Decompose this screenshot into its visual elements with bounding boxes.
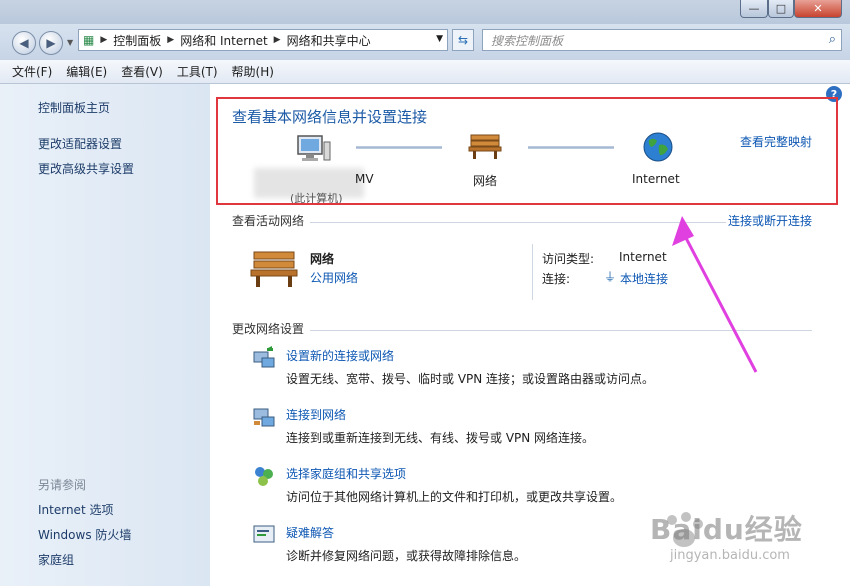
menu-tools[interactable]: 工具(T) — [177, 63, 218, 80]
forward-arrow-icon: ▶ — [46, 36, 56, 50]
sidebar-link-internet-options[interactable]: Internet 选项 — [38, 501, 113, 518]
sidebar-link-control-panel-home[interactable]: 控制面板主页 — [38, 99, 110, 116]
menu-help[interactable]: 帮助(H) — [232, 63, 274, 80]
new-connection-icon — [253, 346, 275, 368]
breadcrumb-separator[interactable]: ▶ — [167, 35, 174, 45]
sidebar-link-homegroup[interactable]: 家庭组 — [38, 551, 74, 568]
menu-edit[interactable]: 编辑(E) — [66, 63, 107, 80]
refresh-button[interactable]: ⇆ — [452, 29, 474, 51]
watermark-url: jingyan.baidu.com — [670, 548, 790, 563]
task-setup-connection-desc: 设置无线、宽带、拨号、临时或 VPN 连接；或设置路由器或访问点。 — [286, 372, 655, 386]
breadcrumb-network-internet[interactable]: 网络和 Internet — [180, 32, 267, 49]
menu-file[interactable]: 文件(F) — [12, 63, 52, 80]
highlight-box — [216, 97, 838, 205]
forward-button[interactable]: ▶ — [39, 31, 63, 55]
change-settings-title: 更改网络设置 — [232, 320, 311, 337]
troubleshoot-icon — [253, 525, 275, 543]
refresh-icon: ⇆ — [457, 33, 469, 47]
task-troubleshoot-link[interactable]: 疑难解答 — [286, 524, 334, 541]
breadcrumb-separator[interactable]: ▶ — [274, 35, 281, 45]
close-button[interactable]: ✕ — [794, 0, 842, 18]
active-network-name: 网络 — [310, 252, 335, 266]
task-connect-network-link[interactable]: 连接到网络 — [286, 406, 346, 423]
annotation-arrow — [672, 216, 758, 373]
watermark-text: Baidu经验 — [650, 513, 803, 546]
address-field[interactable]: ▦ ▶ 控制面板 ▶ 网络和 Internet ▶ 网络和共享中心 ▼ — [78, 29, 448, 51]
minimize-button[interactable]: — — [740, 0, 768, 18]
task-homegroup-desc: 访问位于其他网络计算机上的文件和打印机，或更改共享设置。 — [286, 490, 623, 504]
homegroup-icon — [255, 467, 273, 486]
task-setup-connection-link[interactable]: 设置新的连接或网络 — [286, 347, 394, 364]
maximize-button[interactable]: □ — [768, 0, 794, 18]
breadcrumb-control-panel[interactable]: 控制面板 — [113, 32, 161, 49]
search-icon[interactable]: ⌕ — [829, 32, 836, 47]
ethernet-plug-icon: ⏚ — [604, 270, 617, 284]
menu-view[interactable]: 查看(V) — [121, 63, 163, 80]
breadcrumb-network-sharing-center[interactable]: 网络和共享中心 — [287, 32, 371, 49]
recent-pages-dropdown[interactable]: ▼ — [67, 38, 73, 47]
back-arrow-icon: ◀ — [19, 36, 29, 50]
task-troubleshoot-desc: 诊断并修复网络问题，或获得故障排除信息。 — [286, 549, 527, 563]
connect-network-icon — [253, 408, 275, 427]
task-connect-network-desc: 连接到或重新连接到无线、有线、拨号或 VPN 网络连接。 — [286, 431, 595, 445]
connections-label: 连接: — [542, 272, 571, 286]
search-input[interactable]: 搜索控制面板 ⌕ — [482, 29, 842, 51]
title-bar — [0, 0, 850, 24]
back-button[interactable]: ◀ — [12, 31, 36, 55]
breadcrumb-separator[interactable]: ▶ — [100, 35, 107, 45]
sidebar-link-advanced-sharing[interactable]: 更改高级共享设置 — [38, 160, 134, 177]
task-homegroup-link[interactable]: 选择家庭组和共享选项 — [286, 465, 406, 482]
control-panel-icon: ▦ — [83, 33, 95, 47]
address-dropdown-icon[interactable]: ▼ — [436, 34, 443, 44]
network-type-link[interactable]: 公用网络 — [310, 269, 358, 286]
network-bench-large-icon[interactable] — [250, 248, 298, 288]
column-divider — [532, 244, 533, 300]
active-networks-title: 查看活动网络 — [232, 212, 311, 229]
sidebar-link-windows-firewall[interactable]: Windows 防火墙 — [38, 526, 131, 543]
access-type-label: 访问类型: — [542, 252, 595, 266]
search-placeholder: 搜索控制面板 — [491, 33, 564, 48]
baidu-watermark: Baidu经验 jingyan.baidu.com — [640, 500, 840, 580]
sidebar: 控制面板主页 更改适配器设置 更改高级共享设置 另请参阅 Internet 选项… — [0, 84, 210, 586]
menu-bar: 文件(F) 编辑(E) 查看(V) 工具(T) 帮助(H) — [0, 60, 850, 84]
sidebar-link-adapter-settings[interactable]: 更改适配器设置 — [38, 135, 122, 152]
see-also-header: 另请参阅 — [38, 478, 87, 492]
